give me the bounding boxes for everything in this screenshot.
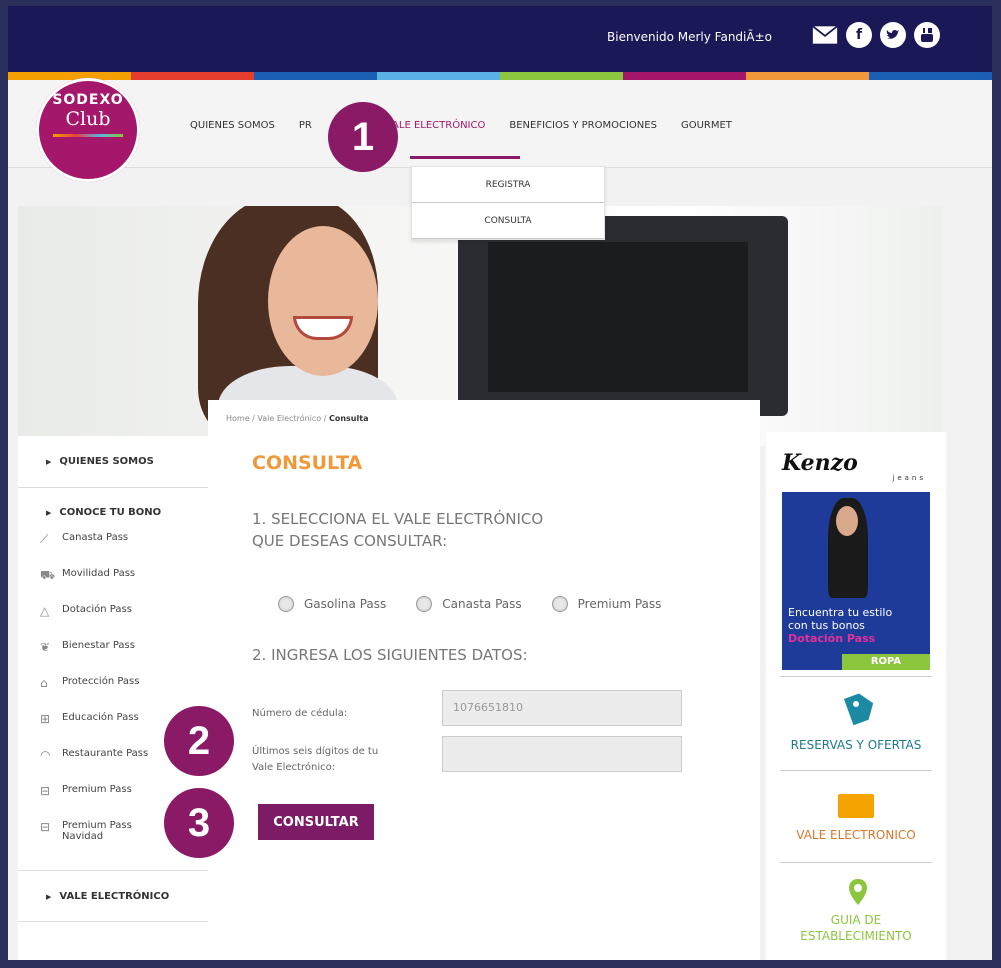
radio-canasta[interactable]: Canasta Pass bbox=[416, 596, 522, 612]
kenzo-logo: Kenzo bbox=[782, 450, 858, 476]
left-sidebar: ▶ QUIENES SOMOS ▶ CONOCE TU BONO ⟋ Canasta … bbox=[18, 436, 208, 960]
consulta-panel: Home / Vale Electrónico / Consulta CONSU… bbox=[208, 400, 760, 960]
logo-line2: Club bbox=[65, 108, 111, 130]
book-icon: ⊞ bbox=[40, 712, 51, 726]
gift-icon: ⊟ bbox=[40, 784, 51, 798]
card-icon bbox=[838, 794, 874, 818]
gift-icon: ⊟ bbox=[40, 820, 51, 834]
digits-input[interactable] bbox=[442, 736, 682, 772]
nav-gourmet[interactable]: GOURMET bbox=[681, 120, 732, 131]
leaf-icon: ⟋ bbox=[40, 532, 49, 546]
hero-face bbox=[268, 226, 378, 376]
sidebar-item-bienestar[interactable]: ❦ Bienestar Pass bbox=[18, 640, 208, 676]
radio-label: Canasta Pass bbox=[442, 597, 522, 611]
sidebar-quienes-somos[interactable]: ▶ QUIENES SOMOS bbox=[18, 436, 208, 488]
step-badge-1: 1 bbox=[328, 102, 398, 172]
sidebar-item-canasta[interactable]: ⟋ Canasta Pass bbox=[18, 532, 208, 568]
vale-type-radios: Gasolina Pass Canasta Pass Premium Pass bbox=[278, 596, 661, 612]
radio-circle[interactable] bbox=[416, 596, 433, 612]
welcome-text: Bienvenido Merly FandiÃ±o bbox=[607, 30, 772, 44]
divider bbox=[780, 770, 932, 771]
radio-label: Gasolina Pass bbox=[304, 597, 387, 611]
breadcrumb-home[interactable]: Home / bbox=[226, 414, 255, 423]
right-column: Kenzo jeans Encuentra tu estilo con tus … bbox=[766, 432, 946, 960]
divider bbox=[780, 676, 932, 677]
step-badge-3: 3 bbox=[164, 788, 234, 858]
nav-beneficios[interactable]: BENEFICIOS Y PROMOCIONES bbox=[509, 120, 657, 131]
twitter-icon[interactable] bbox=[880, 22, 906, 48]
social-icons: f bbox=[812, 22, 940, 48]
dropdown-consulta[interactable]: CONSULTA bbox=[412, 203, 604, 239]
sidebar-conoce-tu-bono[interactable]: ▶ CONOCE TU BONO bbox=[18, 488, 208, 532]
youtube-icon[interactable] bbox=[914, 22, 940, 48]
wellness-icon: ❦ bbox=[40, 640, 51, 654]
tag-icon bbox=[842, 690, 878, 730]
vale-dropdown: REGISTRA CONSULTA bbox=[411, 166, 605, 240]
cedula-label: Número de cédula: bbox=[252, 708, 348, 719]
radio-gasolina[interactable]: Gasolina Pass bbox=[278, 596, 386, 612]
radio-circle[interactable] bbox=[278, 596, 294, 612]
main-menu: QUIENES SOMOS PR VALE ELECTRÓNICO BENEFI… bbox=[190, 120, 756, 131]
kenzo-sub: jeans bbox=[892, 474, 926, 482]
divider bbox=[780, 862, 932, 863]
radio-label: Premium Pass bbox=[577, 597, 662, 611]
nav-pr[interactable]: PR bbox=[299, 120, 312, 131]
ad-tag-ropa: ROPA bbox=[842, 654, 930, 670]
sodexo-club-logo[interactable]: SODEXO Club bbox=[36, 78, 140, 182]
breadcrumb-section[interactable]: Vale Electrónico / bbox=[257, 414, 326, 423]
dropdown-registra[interactable]: REGISTRA bbox=[412, 167, 604, 203]
digits-label: Últimos seis dígitos de tu Vale Electróni… bbox=[252, 746, 379, 773]
page-frame: Bienvenido Merly FandiÃ±o f SODEXO Club … bbox=[8, 6, 992, 960]
sidebar-item-movilidad[interactable]: ⛟ Movilidad Pass bbox=[18, 568, 208, 604]
nav-active-underline bbox=[410, 156, 520, 159]
color-strip bbox=[8, 72, 992, 80]
consultar-button[interactable]: CONSULTAR bbox=[258, 804, 374, 840]
ad-image: Encuentra tu estilo con tus bonos Dotaci… bbox=[782, 492, 930, 670]
logo-bar bbox=[53, 134, 123, 137]
location-pin-icon bbox=[848, 878, 868, 910]
ad-model-face bbox=[836, 506, 858, 536]
radio-premium[interactable]: Premium Pass bbox=[551, 596, 662, 612]
radio-circle[interactable] bbox=[551, 596, 568, 612]
dish-icon: ◠ bbox=[40, 748, 51, 762]
mail-icon[interactable] bbox=[812, 22, 838, 48]
sidebar-vale-electronico[interactable]: ▶ VALE ELECTRÓNICO bbox=[18, 870, 208, 922]
nav-vale-electronico[interactable]: VALE ELECTRÓNICO bbox=[386, 120, 486, 131]
step-badge-2: 2 bbox=[164, 706, 234, 776]
kenzo-ad[interactable]: Kenzo jeans Encuentra tu estilo con tus … bbox=[782, 450, 930, 670]
vale-link[interactable]: VALE ELECTRONICO bbox=[776, 828, 936, 842]
page-title: CONSULTA bbox=[252, 452, 363, 474]
facebook-icon[interactable]: f bbox=[846, 22, 872, 48]
ad-text: Encuentra tu estilo con tus bonos Dotaci… bbox=[788, 606, 893, 645]
step2-heading: 2. INGRESA LOS SIGUIENTES DATOS: bbox=[252, 646, 528, 664]
sidebar-item-dotacion[interactable]: △ Dotación Pass bbox=[18, 604, 208, 640]
guia-link[interactable]: GUIA DE ESTABLECIMIENTO bbox=[776, 912, 936, 944]
reservas-link[interactable]: RESERVAS Y OFERTAS bbox=[776, 738, 936, 752]
top-bar: Bienvenido Merly FandiÃ±o f bbox=[8, 6, 992, 72]
nav-quienes-somos[interactable]: QUIENES SOMOS bbox=[190, 120, 275, 131]
hero-monitor-screen bbox=[488, 242, 748, 392]
hanger-icon: △ bbox=[40, 604, 50, 618]
breadcrumb-current: Consulta bbox=[328, 414, 369, 423]
car-icon: ⛟ bbox=[40, 568, 56, 582]
sidebar-item-proteccion[interactable]: ⌂ Protección Pass bbox=[18, 676, 208, 712]
step1-heading: 1. SELECCIONA EL VALE ELECTRÓNICO QUE DE… bbox=[252, 510, 544, 550]
breadcrumb: Home / Vale Electrónico / Consulta bbox=[226, 414, 368, 423]
cedula-input[interactable]: 1076651810 bbox=[442, 690, 682, 726]
logo-line1: SODEXO bbox=[52, 92, 124, 108]
house-icon: ⌂ bbox=[40, 676, 48, 690]
